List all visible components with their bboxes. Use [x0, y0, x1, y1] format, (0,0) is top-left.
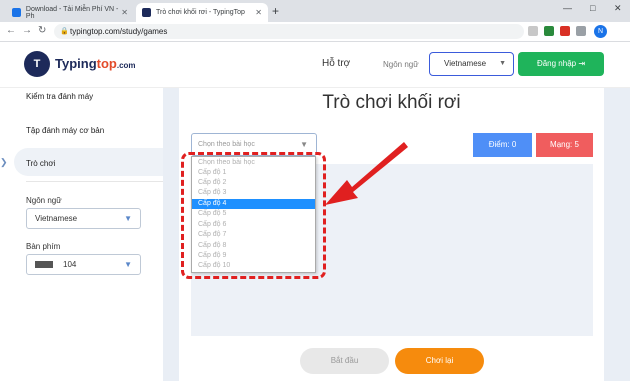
replay-button[interactable]: Chơi lại: [395, 348, 484, 374]
start-button[interactable]: Bắt đầu: [300, 348, 389, 374]
red-arrow-icon: [325, 142, 408, 205]
